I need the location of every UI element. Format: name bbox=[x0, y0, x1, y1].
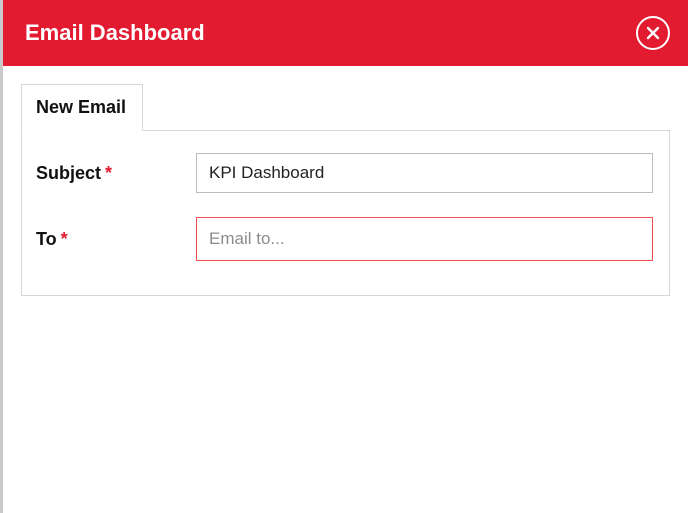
to-row: To * bbox=[36, 217, 653, 261]
close-button[interactable] bbox=[636, 16, 670, 50]
modal-body: New Email Subject * To * bbox=[3, 66, 688, 296]
form-panel: Subject * To * bbox=[21, 130, 670, 296]
tab-new-email[interactable]: New Email bbox=[21, 84, 143, 131]
subject-row: Subject * bbox=[36, 153, 653, 193]
tab-row: New Email bbox=[21, 84, 670, 131]
modal-title: Email Dashboard bbox=[25, 20, 205, 46]
to-label-text: To bbox=[36, 229, 57, 250]
required-indicator: * bbox=[105, 163, 112, 184]
modal-header: Email Dashboard bbox=[3, 0, 688, 66]
subject-input[interactable] bbox=[196, 153, 653, 193]
required-indicator: * bbox=[61, 229, 68, 250]
to-input[interactable] bbox=[196, 217, 653, 261]
email-dashboard-modal: Email Dashboard New Email Subject * To bbox=[0, 0, 688, 513]
subject-label-text: Subject bbox=[36, 163, 101, 184]
subject-label: Subject * bbox=[36, 163, 196, 184]
to-label: To * bbox=[36, 229, 196, 250]
close-icon bbox=[646, 26, 660, 40]
